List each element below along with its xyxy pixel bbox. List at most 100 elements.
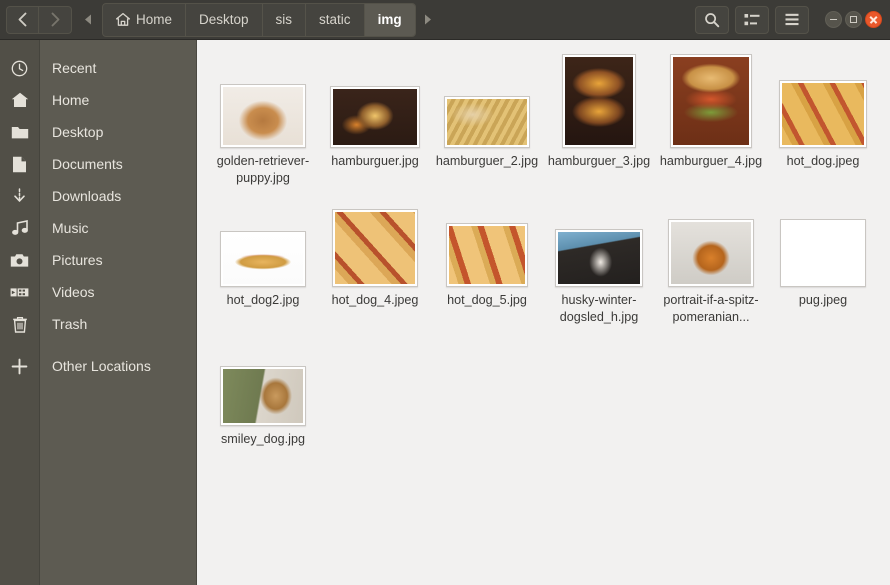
sidebar-item-label: Documents — [52, 156, 123, 172]
clock-icon[interactable] — [11, 52, 28, 84]
file-item[interactable]: hot_dog.jpeg — [767, 54, 879, 187]
file-thumbnail-area — [668, 193, 754, 287]
file-item[interactable]: hamburguer_3.jpg — [543, 54, 655, 187]
file-thumbnail-area — [220, 54, 306, 148]
breadcrumb-item-home[interactable]: Home — [103, 3, 187, 36]
sidebar-item-recent[interactable]: Recent — [40, 52, 196, 84]
file-item[interactable]: hamburguer_2.jpg — [431, 54, 543, 187]
chevron-right-icon — [51, 12, 59, 27]
image-preview — [673, 57, 749, 145]
sidebar-item-music[interactable]: Music — [40, 212, 196, 244]
download-icon[interactable] — [11, 180, 28, 212]
document-icon[interactable] — [12, 148, 27, 180]
file-thumbnail-area — [555, 193, 643, 287]
navigation-buttons — [6, 5, 72, 34]
sidebar-item-other-locations[interactable]: Other Locations — [40, 350, 196, 382]
file-item[interactable]: hot_dog_4.jpeg — [319, 193, 431, 326]
home-icon — [116, 13, 130, 26]
file-thumbnail[interactable] — [670, 54, 752, 148]
sidebar-item-desktop[interactable]: Desktop — [40, 116, 196, 148]
file-thumbnail-area — [330, 54, 420, 148]
sidebar-item-downloads[interactable]: Downloads — [40, 180, 196, 212]
view-options-button[interactable] — [735, 5, 769, 34]
folder-icon[interactable] — [11, 116, 29, 148]
sidebar-item-documents[interactable]: Documents — [40, 148, 196, 180]
file-thumbnail[interactable] — [220, 84, 306, 148]
breadcrumb-item-img[interactable]: img — [364, 3, 415, 36]
breadcrumb-label: Desktop — [199, 12, 249, 27]
image-preview — [447, 99, 527, 145]
file-thumbnail[interactable] — [446, 223, 528, 287]
file-item[interactable]: hot_dog_5.jpg — [431, 193, 543, 326]
image-preview — [782, 83, 864, 145]
file-thumbnail-area — [562, 54, 636, 148]
file-name-label: pug.jpeg — [798, 293, 848, 307]
file-item[interactable]: hamburguer_4.jpg — [655, 54, 767, 187]
music-note-icon[interactable] — [11, 212, 29, 244]
file-item[interactable]: hot_dog2.jpg — [207, 193, 319, 326]
file-item[interactable]: hamburguer.jpg — [319, 54, 431, 187]
breadcrumb-item-desktop[interactable]: Desktop — [186, 3, 263, 36]
sidebar-item-videos[interactable]: Videos — [40, 276, 196, 308]
file-thumbnail[interactable] — [555, 229, 643, 287]
file-item[interactable]: husky-winter-dogsled_h.jpg — [543, 193, 655, 326]
trash-icon[interactable] — [12, 308, 28, 340]
breadcrumb-item-sis[interactable]: sis — [263, 3, 307, 36]
minimize-button[interactable] — [825, 11, 842, 28]
file-name-label: hamburguer.jpg — [331, 154, 419, 168]
home-icon[interactable] — [11, 84, 29, 116]
sidebar-item-label: Pictures — [52, 252, 103, 268]
search-button[interactable] — [695, 5, 729, 34]
image-preview — [671, 222, 751, 284]
image-preview — [335, 212, 415, 284]
file-list-view[interactable]: golden-retriever-puppy.jpg hamburguer.jpg… — [197, 40, 890, 585]
file-name-label: golden-retriever-puppy.jpg — [216, 154, 310, 185]
breadcrumb-item-static[interactable]: static — [306, 3, 365, 36]
image-preview — [223, 369, 303, 423]
file-thumbnail[interactable] — [779, 80, 867, 148]
sidebar-item-trash[interactable]: Trash — [40, 308, 196, 340]
sidebar-item-label: Trash — [52, 316, 88, 332]
file-item[interactable]: pug.jpeg — [767, 193, 879, 326]
file-thumbnail[interactable] — [330, 86, 420, 148]
file-name-label: hot_dog_4.jpeg — [331, 293, 419, 307]
file-thumbnail-area — [780, 193, 866, 287]
file-thumbnail[interactable] — [668, 219, 754, 287]
file-thumbnail[interactable] — [444, 96, 530, 148]
maximize-button[interactable] — [845, 11, 862, 28]
sidebar-item-label: Videos — [52, 284, 95, 300]
file-item[interactable]: portrait-if-a-spitz-pomeranian... — [655, 193, 767, 326]
image-preview — [565, 57, 633, 145]
breadcrumb-scroll-right[interactable] — [418, 6, 438, 34]
file-item[interactable]: smiley_dog.jpg — [207, 332, 319, 448]
sidebar-item-label: Other Locations — [52, 358, 151, 374]
file-item[interactable]: golden-retriever-puppy.jpg — [207, 54, 319, 187]
back-button[interactable] — [6, 5, 39, 34]
file-thumbnail[interactable] — [562, 54, 636, 148]
file-thumbnail[interactable] — [220, 366, 306, 426]
camera-icon[interactable] — [10, 244, 29, 276]
file-thumbnail-area — [670, 54, 752, 148]
plus-icon[interactable] — [11, 350, 28, 382]
sidebar-item-label: Recent — [52, 60, 97, 76]
file-thumbnail[interactable] — [220, 231, 306, 287]
file-name-label: hamburguer_2.jpg — [435, 154, 539, 168]
file-thumbnail[interactable] — [332, 209, 418, 287]
forward-button[interactable] — [39, 5, 72, 34]
breadcrumb-scroll-left[interactable] — [78, 6, 98, 34]
sidebar-item-label: Downloads — [52, 188, 122, 204]
file-name-label: portrait-if-a-spitz-pomeranian... — [663, 293, 759, 324]
sidebar-item-pictures[interactable]: Pictures — [40, 244, 196, 276]
close-icon — [869, 15, 878, 24]
sidebar-item-home[interactable]: Home — [40, 84, 196, 116]
file-thumbnail-area — [779, 54, 867, 148]
window-controls — [825, 11, 882, 28]
file-thumbnail[interactable] — [780, 219, 866, 287]
menu-button[interactable] — [775, 5, 809, 34]
close-button[interactable] — [865, 11, 882, 28]
file-thumbnail-area — [220, 332, 306, 426]
breadcrumb-label: sis — [275, 12, 293, 27]
breadcrumb-label: static — [319, 12, 351, 27]
film-icon[interactable] — [10, 276, 29, 308]
sidebar-places: Recent Home Desktop Documents Downloads … — [40, 40, 197, 585]
